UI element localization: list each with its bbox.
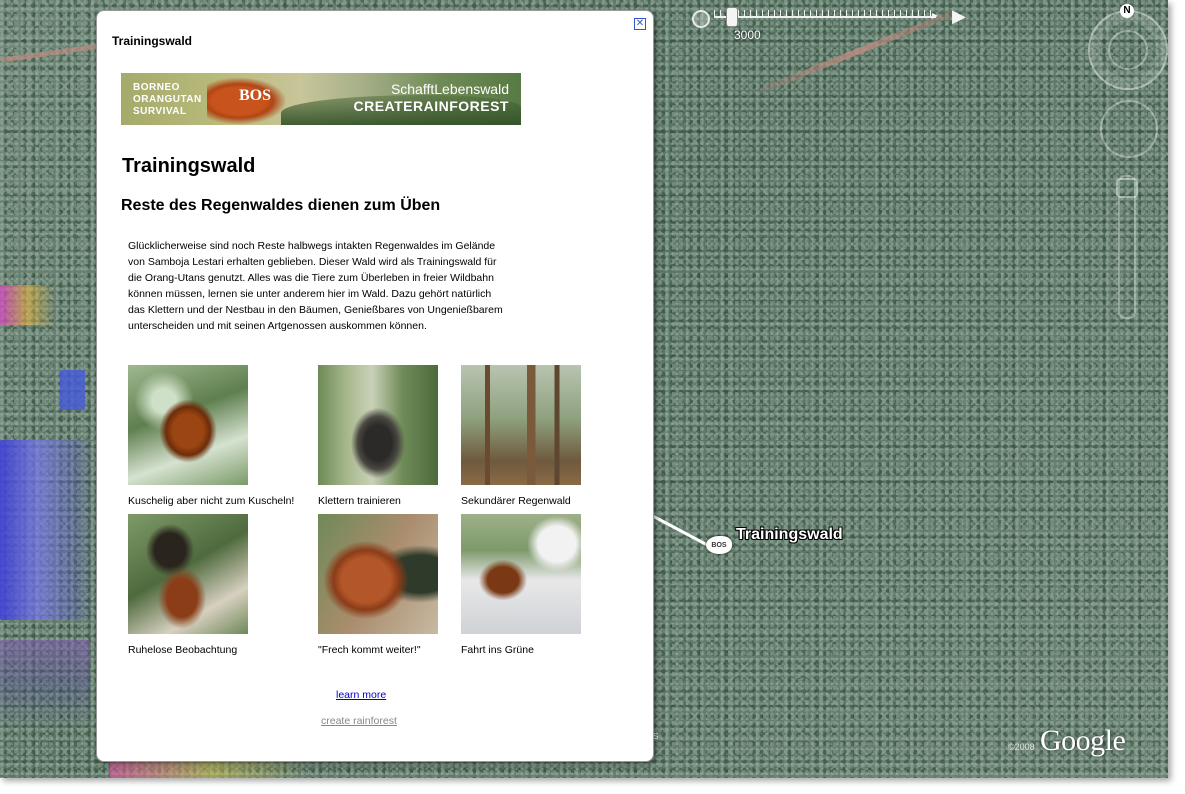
time-slider[interactable]: ▸ ▶ 3000 xyxy=(690,6,970,44)
copyright: ©2008 xyxy=(1008,742,1035,752)
north-indicator[interactable]: N xyxy=(1120,4,1134,18)
map-road xyxy=(0,42,110,63)
page-title: Trainingswald xyxy=(122,155,256,177)
overlay-blob xyxy=(0,640,90,730)
info-balloon: Trainingswald ✕ BORNEO ORANGUTAN SURVIVA… xyxy=(96,10,654,762)
balloon-title: Trainingswald xyxy=(112,34,193,48)
placemark-label[interactable]: Trainingswald xyxy=(736,526,843,544)
banner-line: BORNEO xyxy=(133,82,180,93)
banner-tagline-1: SchafftLebenswald xyxy=(390,81,509,97)
intro-line: Glücklicherweise sind noch Reste halbweg… xyxy=(128,240,496,252)
overlay-blob xyxy=(110,760,310,778)
zoom-slider-knob[interactable] xyxy=(1116,178,1138,198)
time-slider-knob[interactable] xyxy=(726,7,738,27)
overlay-blob xyxy=(0,440,95,620)
time-end-icon[interactable]: ▸ xyxy=(932,8,938,22)
learn-more-link[interactable]: learn more xyxy=(336,689,386,701)
photo-trip-to-green[interactable] xyxy=(461,514,581,634)
bos-banner[interactable]: BORNEO ORANGUTAN SURVIVAL BOS SchafftLeb… xyxy=(121,73,521,125)
bos-logo-text: BOS xyxy=(239,87,272,104)
overlay-blob xyxy=(60,370,85,410)
photo-caption: Fahrt ins Grüne xyxy=(461,644,534,656)
banner-org-name: BORNEO ORANGUTAN SURVIVAL xyxy=(133,82,202,118)
google-logo: Google xyxy=(1040,724,1126,757)
placemark-icon[interactable]: BOS xyxy=(706,536,732,554)
pan-joystick[interactable] xyxy=(1108,30,1148,70)
banner-line: SURVIVAL xyxy=(133,106,187,117)
look-joystick[interactable] xyxy=(1100,100,1158,158)
banner-tagline-2: CREATERAINFOREST xyxy=(353,98,509,114)
time-track[interactable] xyxy=(714,16,936,18)
photo-secondary-forest[interactable] xyxy=(461,365,581,485)
intro-line: das Klettern und der Nestbau in den Bäum… xyxy=(128,304,503,316)
photo-caption: Klettern trainieren xyxy=(318,495,401,507)
intro-paragraph: Glücklicherweise sind noch Reste halbweg… xyxy=(128,238,528,334)
create-rainforest-link[interactable]: create rainforest xyxy=(321,715,397,727)
page-subtitle: Reste des Regenwaldes dienen zum Üben xyxy=(121,197,441,214)
play-icon[interactable]: ▶ xyxy=(952,6,966,27)
clock-icon[interactable] xyxy=(692,10,710,28)
photo-observation[interactable] xyxy=(128,514,248,634)
photo-caption: Sekundärer Regenwald xyxy=(461,495,571,507)
photo-caption: Kuschelig aber nicht zum Kuscheln! xyxy=(128,495,295,507)
time-label: 3000 xyxy=(734,28,761,42)
photo-caption: "Frech kommt weiter!" xyxy=(318,644,421,656)
photo-caption: Ruhelose Beobachtung xyxy=(128,644,238,656)
photo-cheeky-orangutan[interactable] xyxy=(318,514,438,634)
photo-orangutan-hanging[interactable] xyxy=(128,365,248,485)
intro-line: können müssen, lernen sie unter anderem … xyxy=(128,288,492,300)
intro-line: unterscheiden und mit seinen Artgenossen… xyxy=(128,320,427,332)
intro-line: die Orang-Utans genutzt. Alles was die T… xyxy=(128,272,494,284)
intro-line: von Samboja Lestari erhalten geblieben. … xyxy=(128,256,497,268)
banner-line: ORANGUTAN xyxy=(133,94,202,105)
overlay-blob xyxy=(0,285,55,325)
photo-orangutan-climbing[interactable] xyxy=(318,365,438,485)
balloon-pointer xyxy=(647,512,711,548)
close-icon[interactable]: ✕ xyxy=(634,18,646,30)
